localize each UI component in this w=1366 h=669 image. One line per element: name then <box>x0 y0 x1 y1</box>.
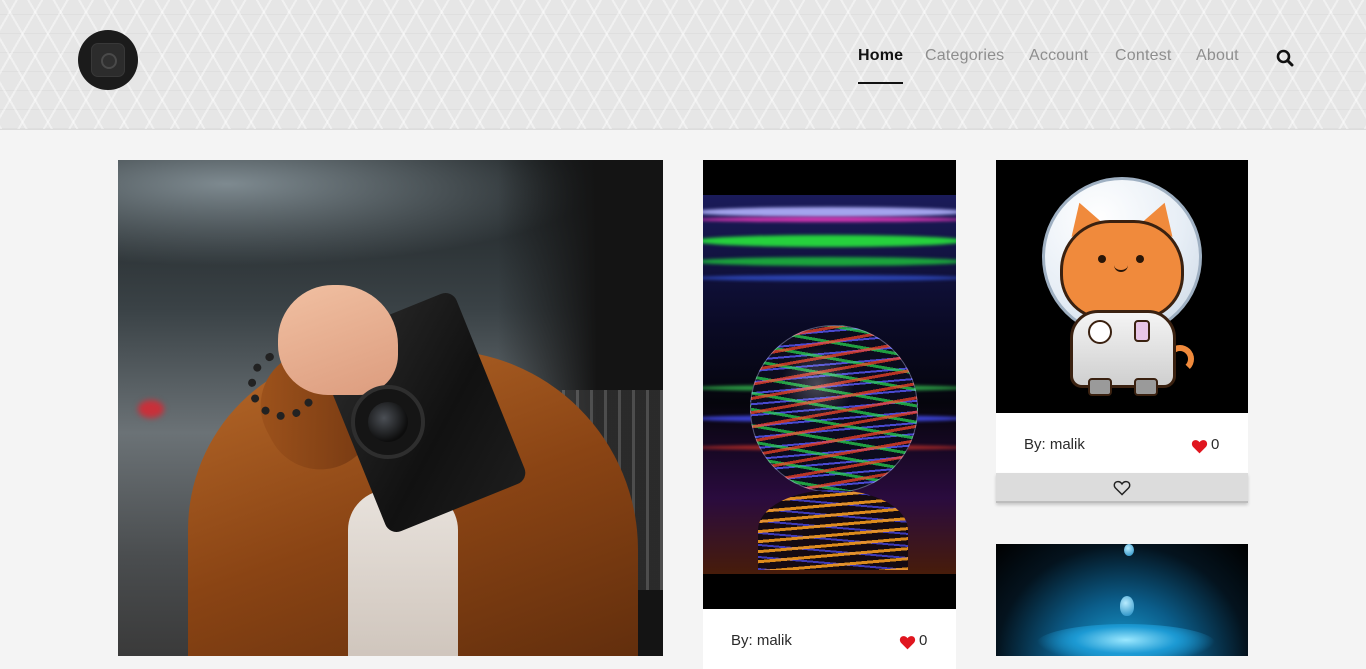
gallery-image-astronaut-cat[interactable] <box>996 160 1248 413</box>
nav-about[interactable]: About <box>1196 47 1239 65</box>
photo-detail <box>1120 596 1134 616</box>
heart-icon[interactable] <box>1191 439 1208 454</box>
photo-detail <box>1098 255 1106 263</box>
photo-detail <box>368 402 408 442</box>
photo-detail <box>703 207 956 217</box>
photo-detail <box>1088 378 1112 396</box>
gallery-image-light-ball[interactable] <box>703 160 956 609</box>
post-info: By: malik 0 <box>996 413 1248 473</box>
main-nav: Home Categories Account Contest About <box>0 47 1366 87</box>
nav-categories[interactable]: Categories <box>925 47 1004 65</box>
nav-home[interactable]: Home <box>858 47 903 65</box>
photo-detail <box>750 325 918 493</box>
photo-detail <box>703 275 956 281</box>
photo-detail <box>278 285 398 395</box>
active-nav-underline <box>858 82 903 84</box>
site-header: Home Categories Account Contest About <box>0 0 1366 130</box>
post-card: By: malik 0 <box>703 160 956 669</box>
search-icon[interactable] <box>1276 49 1294 67</box>
gallery-image-water-splash[interactable] <box>996 544 1248 656</box>
heart-icon[interactable] <box>899 635 916 650</box>
post-author: By: malik <box>1024 436 1085 453</box>
nav-account[interactable]: Account <box>1029 47 1088 65</box>
photo-detail <box>1134 378 1158 396</box>
photo-detail <box>758 490 908 570</box>
photo-detail <box>1070 310 1176 388</box>
photo-detail <box>703 257 956 266</box>
like-count: 0 <box>1211 436 1220 453</box>
photo-detail <box>703 235 956 247</box>
photo-detail <box>1134 320 1150 342</box>
photo-detail <box>1136 255 1144 263</box>
photo-detail <box>138 400 164 418</box>
photo-detail <box>703 217 956 222</box>
post-info: By: malik 0 <box>703 609 956 669</box>
photo-detail <box>1124 544 1134 556</box>
gallery-image-camera[interactable] <box>118 160 663 656</box>
post-author: By: malik <box>731 632 792 649</box>
like-count: 0 <box>919 632 928 649</box>
post-card: By: malik 0 <box>996 160 1248 504</box>
heart-outline-icon <box>1113 480 1131 496</box>
like-button[interactable] <box>996 473 1248 503</box>
photo-detail <box>1088 320 1112 344</box>
nav-contest[interactable]: Contest <box>1115 47 1172 65</box>
photo-detail <box>1036 624 1216 656</box>
